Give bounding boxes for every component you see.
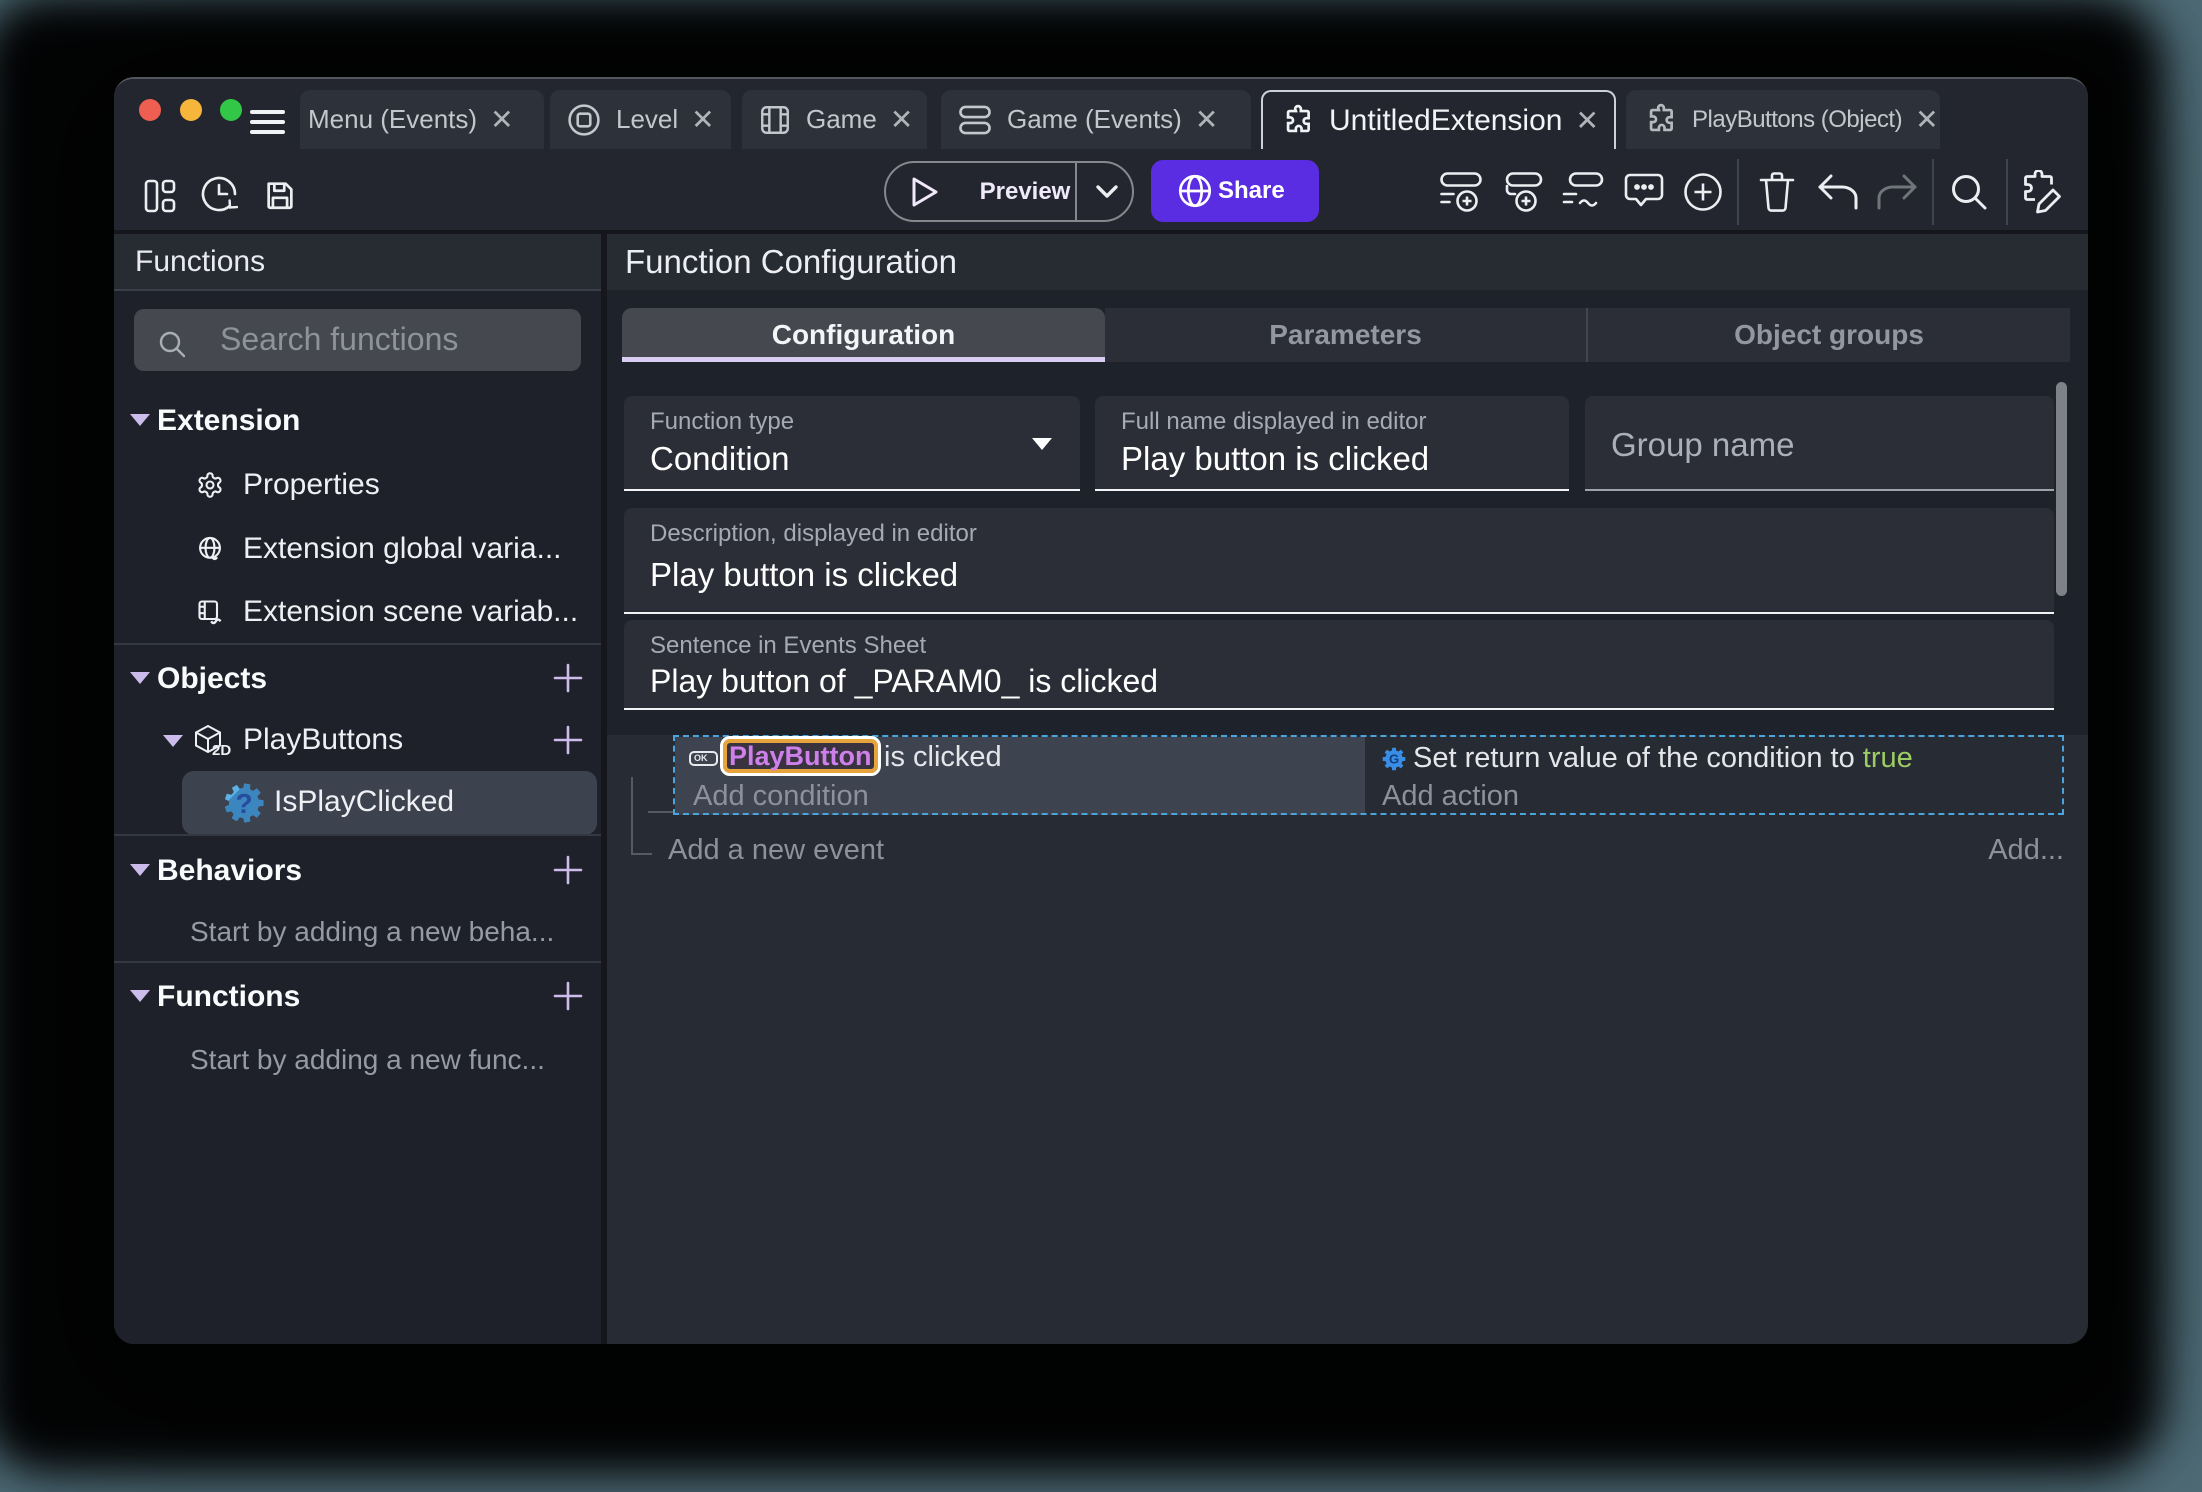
svg-text:G: G <box>1389 752 1399 767</box>
svg-text:?: ? <box>235 788 252 819</box>
